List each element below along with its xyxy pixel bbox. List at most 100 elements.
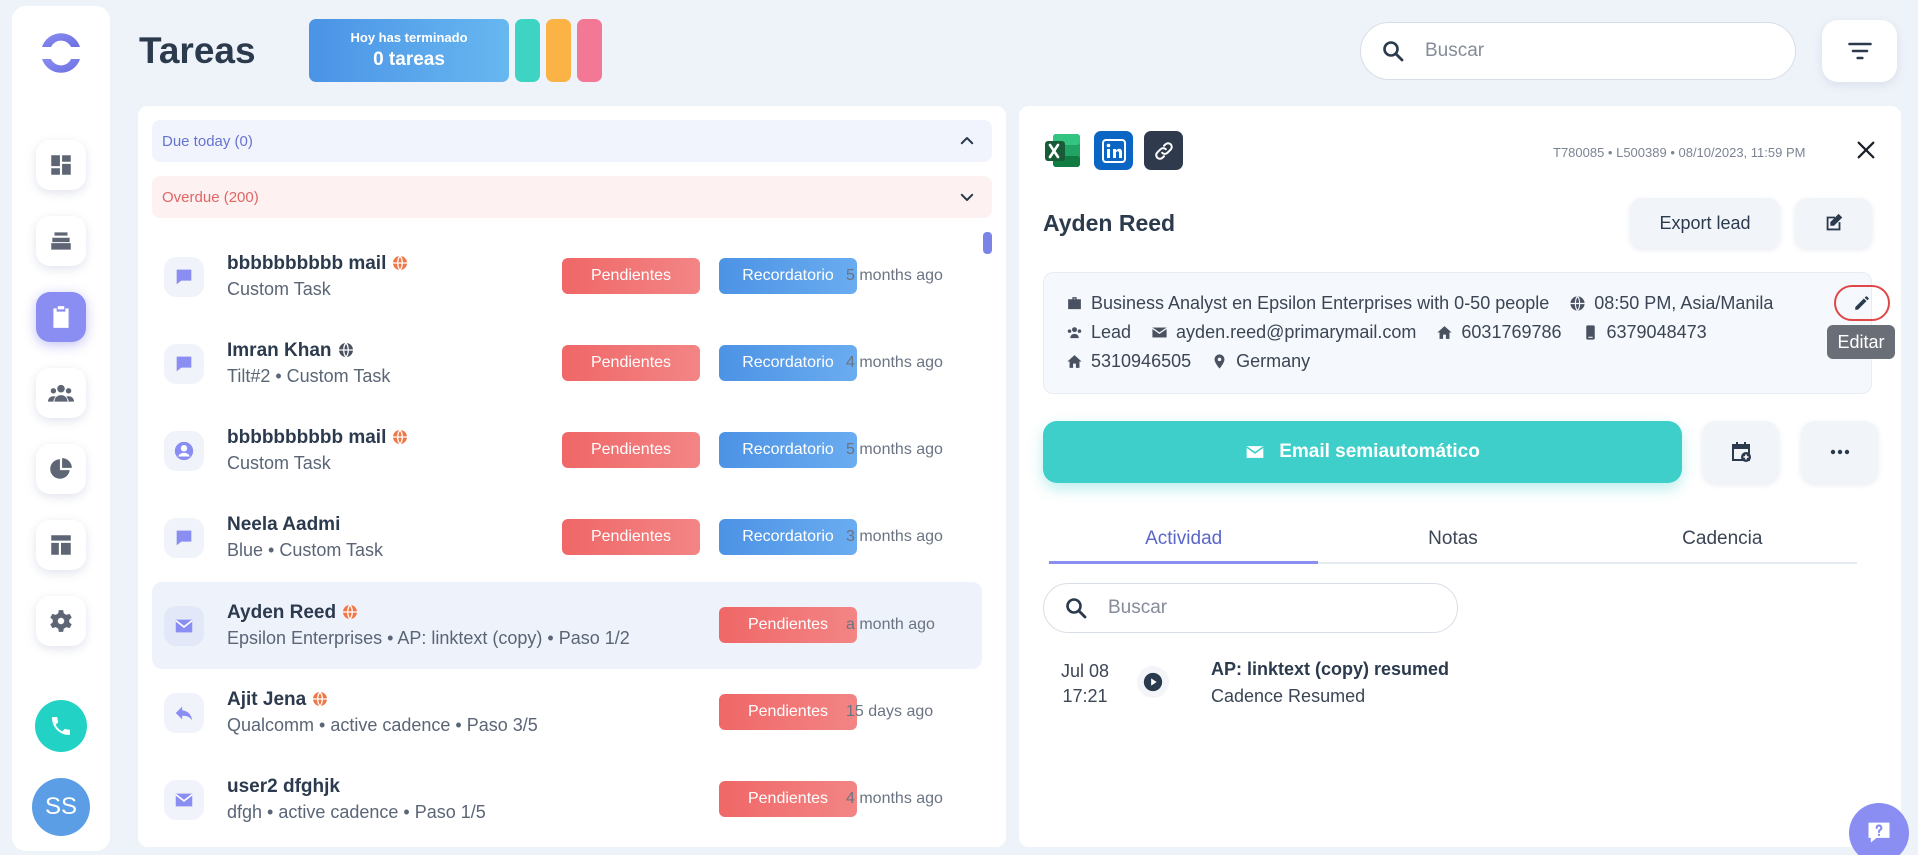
mail-icon bbox=[175, 793, 193, 807]
task-row[interactable]: bbbbbbbbbb mail Custom Task Pendientes R… bbox=[152, 407, 982, 494]
layout-icon bbox=[51, 535, 71, 555]
task-title: Imran Khan bbox=[227, 340, 332, 361]
user-avatar[interactable]: SS bbox=[32, 778, 90, 836]
nav-dashboard[interactable] bbox=[36, 140, 86, 190]
edit-lead-button[interactable] bbox=[1795, 198, 1872, 248]
export-lead-button[interactable]: Export lead bbox=[1630, 198, 1780, 248]
task-row[interactable]: Imran Khan Tilt#2 • Custom Task Pendient… bbox=[152, 320, 982, 407]
link-icon bbox=[1154, 141, 1173, 160]
activity-search-input[interactable] bbox=[1108, 597, 1428, 619]
task-list-panel: Due today (0) Overdue (200) bbbbbbbbbb m… bbox=[138, 106, 1006, 847]
chevron-down-icon[interactable] bbox=[958, 188, 976, 206]
close-icon[interactable] bbox=[1855, 139, 1877, 161]
task-subtitle: Epsilon Enterprises • AP: linktext (copy… bbox=[227, 628, 630, 648]
task-subtitle: Blue • Custom Task bbox=[227, 540, 384, 560]
more-options-button[interactable] bbox=[1801, 421, 1878, 483]
summary-label: Hoy has terminado bbox=[350, 30, 468, 45]
email-semiautomatic-button[interactable]: Email semiautomático bbox=[1043, 421, 1682, 483]
task-row-selected[interactable]: Ayden Reed Epsilon Enterprises • AP: lin… bbox=[152, 582, 982, 669]
group-due-today[interactable]: Due today (0) bbox=[152, 120, 992, 162]
progress-pill-pink bbox=[577, 19, 602, 82]
lead-phone-alt[interactable]: 5310946505 bbox=[1091, 351, 1191, 372]
play-circle-icon bbox=[1143, 672, 1163, 692]
mail-icon bbox=[1246, 446, 1264, 458]
task-row[interactable]: user2 dfghjk dfgh • active cadence • Pas… bbox=[152, 756, 982, 843]
filter-icon bbox=[1847, 42, 1872, 60]
status-badge: Pendientes bbox=[719, 607, 857, 643]
tab-cadencia[interactable]: Cadencia bbox=[1588, 518, 1857, 562]
search-icon bbox=[1066, 598, 1087, 619]
lead-detail-panel: T780085 • L500389 • 08/10/2023, 11:59 PM… bbox=[1019, 106, 1901, 847]
status-badge: Pendientes bbox=[562, 519, 700, 555]
page-title: Tareas bbox=[139, 30, 256, 71]
type-badge: Recordatorio bbox=[719, 519, 857, 555]
list-scrollbar[interactable] bbox=[983, 232, 992, 254]
task-row[interactable]: Neela Aadmi Blue • Custom Task Pendiente… bbox=[152, 494, 982, 581]
task-time: 5 months ago bbox=[846, 267, 943, 284]
activity-time: 17:21 bbox=[1062, 686, 1108, 706]
linked-globe-icon bbox=[393, 255, 408, 271]
task-subtitle: Custom Task bbox=[227, 279, 331, 299]
task-row[interactable]: bbbbbbbbbb mail Custom Task Pendientes R… bbox=[152, 233, 982, 320]
lead-mobile[interactable]: 6379048473 bbox=[1607, 322, 1707, 343]
search-input[interactable] bbox=[1425, 40, 1745, 62]
lead-phone[interactable]: 6031769786 bbox=[1461, 322, 1561, 343]
activity-search-bar[interactable] bbox=[1043, 583, 1458, 633]
task-title: bbbbbbbbbb mail bbox=[227, 253, 387, 274]
search-bar[interactable] bbox=[1360, 22, 1796, 80]
filter-button[interactable] bbox=[1822, 20, 1897, 82]
email-button-label: Email semiautomático bbox=[1279, 441, 1480, 462]
status-badge: Pendientes bbox=[562, 345, 700, 381]
group-overdue-label: Overdue (200) bbox=[162, 188, 259, 206]
group-overdue[interactable]: Overdue (200) bbox=[152, 176, 992, 218]
group-due-label: Due today (0) bbox=[162, 132, 253, 150]
task-time: 4 months ago bbox=[846, 354, 943, 371]
phone-icon bbox=[52, 717, 70, 735]
task-time: 3 months ago bbox=[846, 528, 943, 545]
linkedin-link[interactable] bbox=[1094, 131, 1133, 170]
app-logo[interactable] bbox=[36, 28, 86, 78]
progress-pill-orange bbox=[546, 19, 571, 82]
home-phone-icon bbox=[1067, 355, 1082, 368]
link-button[interactable] bbox=[1144, 131, 1183, 170]
nav-templates[interactable] bbox=[36, 520, 86, 570]
people-icon bbox=[48, 384, 74, 402]
task-subtitle: Tilt#2 • Custom Task bbox=[227, 366, 391, 386]
lead-timezone: 08:50 PM, Asia/Manila bbox=[1594, 293, 1774, 313]
briefcase-icon bbox=[1068, 297, 1081, 310]
help-chat-button[interactable] bbox=[1849, 803, 1909, 855]
summary-count: 0 tareas bbox=[373, 49, 445, 70]
chevron-up-icon[interactable] bbox=[958, 132, 976, 150]
task-time: 5 months ago bbox=[846, 441, 943, 458]
nav-reports[interactable] bbox=[36, 444, 86, 494]
tab-notas[interactable]: Notas bbox=[1318, 518, 1587, 562]
linked-globe-icon bbox=[393, 429, 408, 445]
lead-type: Lead bbox=[1091, 322, 1132, 342]
pencil-icon bbox=[1855, 296, 1869, 310]
edit-info-button[interactable] bbox=[1834, 285, 1890, 321]
task-time: a month ago bbox=[846, 616, 935, 633]
phone-button[interactable] bbox=[35, 700, 87, 752]
tab-actividad[interactable]: Actividad bbox=[1049, 518, 1319, 564]
lead-email[interactable]: ayden.reed@primarymail.com bbox=[1176, 322, 1416, 343]
calendar-add-icon bbox=[1731, 442, 1751, 462]
activity-date: Jul 08 bbox=[1061, 661, 1110, 681]
schedule-button[interactable] bbox=[1702, 421, 1779, 483]
lead-job: Business Analyst en Epsilon Enterprises … bbox=[1091, 293, 1550, 313]
status-badge: Pendientes bbox=[562, 432, 700, 468]
excel-link[interactable] bbox=[1043, 131, 1082, 170]
nav-contacts[interactable] bbox=[36, 368, 86, 418]
task-time: 4 months ago bbox=[846, 790, 943, 807]
nav-tasks[interactable] bbox=[36, 292, 86, 342]
task-row[interactable]: Ajit Jena Qualcomm • active cadence • Pa… bbox=[152, 669, 982, 756]
chat-icon bbox=[176, 356, 192, 372]
task-subtitle: Qualcomm • active cadence • Paso 3/5 bbox=[227, 715, 538, 735]
nav-settings[interactable] bbox=[36, 596, 86, 646]
status-badge: Pendientes bbox=[719, 781, 857, 817]
task-title: Ajit Jena bbox=[227, 689, 307, 710]
linked-globe-icon bbox=[313, 691, 328, 707]
nav-leads[interactable] bbox=[36, 216, 86, 266]
linkedin-icon bbox=[1101, 138, 1126, 163]
reply-icon bbox=[175, 706, 193, 721]
user-icon bbox=[174, 441, 194, 461]
